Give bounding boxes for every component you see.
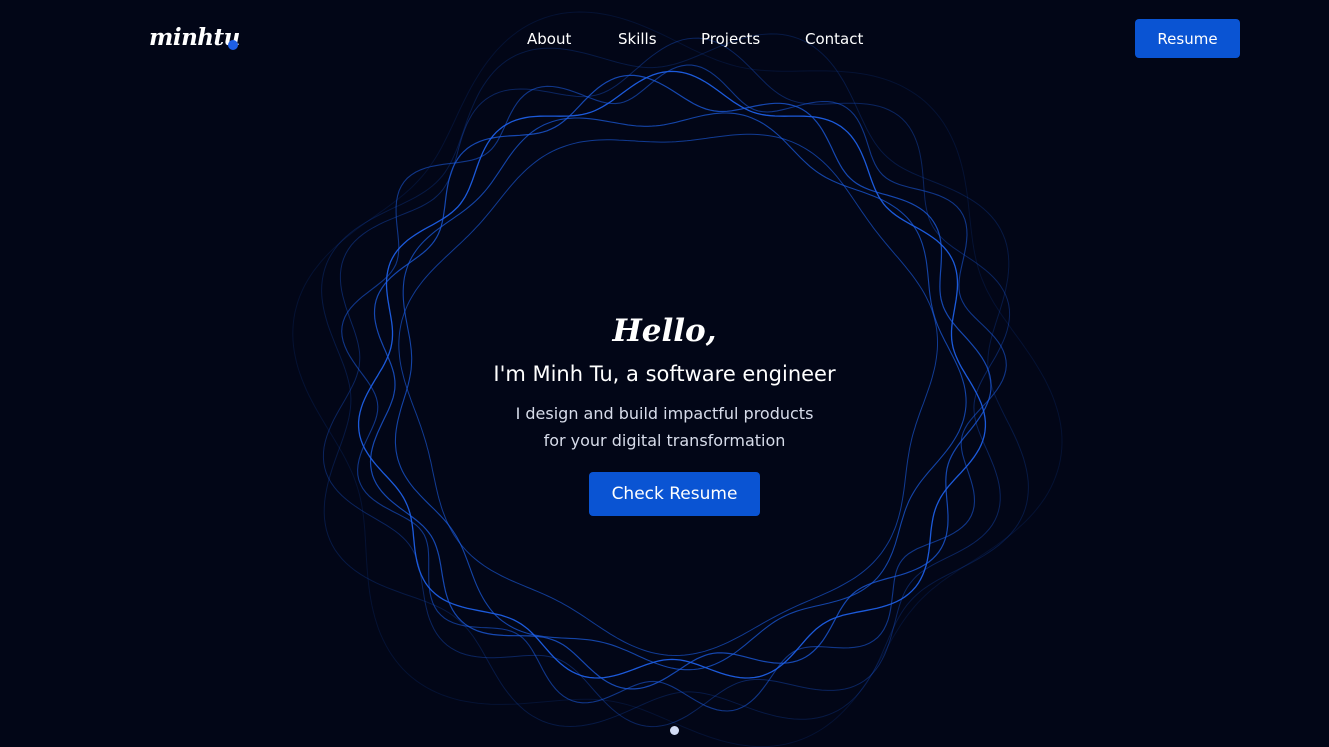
hero-subtitle: I design and build impactful products fo…: [0, 400, 1329, 454]
nav-contact[interactable]: Contact: [805, 30, 863, 48]
hero-title: I'm Minh Tu, a software engineer: [493, 362, 836, 386]
check-resume-button[interactable]: Check Resume: [589, 472, 760, 516]
wave-ring-3: [394, 112, 967, 671]
resume-button[interactable]: Resume: [1135, 19, 1240, 58]
hero-greeting: Hello,: [612, 313, 717, 349]
wave-ring-4: [341, 64, 1007, 712]
hero-subtitle-line-2: for your digital transformation: [543, 431, 786, 450]
nav-skills[interactable]: Skills: [618, 30, 657, 48]
hero-subtitle-line-1: I design and build impactful products: [515, 404, 814, 423]
nav-about[interactable]: About: [527, 30, 571, 48]
nav-projects[interactable]: Projects: [701, 30, 760, 48]
main-nav: About Skills Projects Contact: [0, 30, 1329, 52]
wave-ring-5: [398, 133, 938, 657]
scroll-indicator[interactable]: [670, 726, 679, 735]
